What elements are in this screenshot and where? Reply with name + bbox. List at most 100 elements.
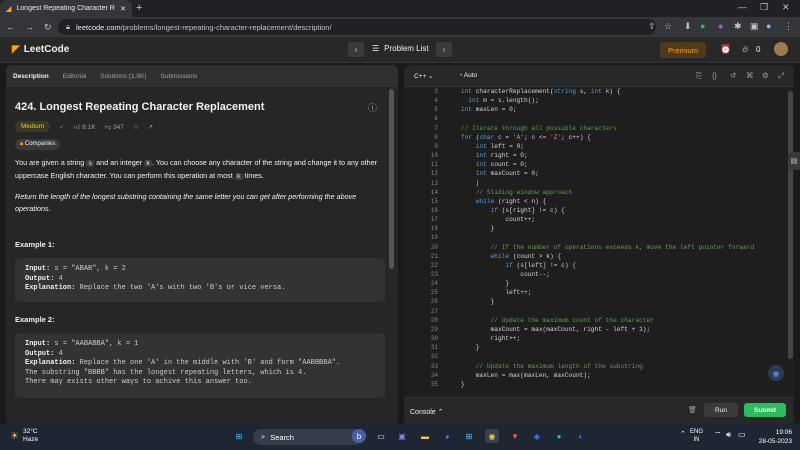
previous-problem-button[interactable]: ‹ <box>348 42 364 57</box>
spotify-icon[interactable]: ● <box>552 429 566 443</box>
volume-icon[interactable]: 🔊︎ <box>726 430 731 440</box>
code-line[interactable]: while (right < n) { <box>446 198 547 205</box>
code-line[interactable]: maxLen = max(maxLen, maxCount); <box>446 372 591 379</box>
streak-fire-icon[interactable]: 🔥︎ <box>742 44 749 55</box>
code-line[interactable]: int maxCount = 0; <box>446 170 539 177</box>
tab-solutions[interactable]: Solutions (1.8K) <box>100 73 146 80</box>
code-line[interactable]: int maxLen = 0; <box>446 106 517 113</box>
user-avatar[interactable] <box>774 42 788 56</box>
code-line[interactable]: // Iterate through all possible characte… <box>446 125 617 132</box>
code-line[interactable]: int m = s.length(); <box>446 97 539 104</box>
discord-icon[interactable]: ◐ <box>574 429 588 443</box>
code-line[interactable]: // If the number of operations exceeds k… <box>446 244 755 251</box>
code-line[interactable]: count++; <box>446 216 535 223</box>
premium-button[interactable]: Premium <box>660 42 706 58</box>
taskbar-clock[interactable]: 19:06 28-05-2023 <box>748 428 792 446</box>
code-line[interactable]: if (s[left] != c) { <box>446 262 576 269</box>
browser-tab[interactable]: ◢ Longest Repeating Character Re ✕ <box>0 0 132 17</box>
bing-icon[interactable]: b <box>352 429 366 443</box>
code-line[interactable]: right++; <box>446 335 521 342</box>
task-view-icon[interactable]: ▭ <box>374 429 388 443</box>
maximize-icon[interactable]: ❐ <box>760 2 768 13</box>
browser-menu-icon[interactable]: ⋮ <box>784 21 793 32</box>
code-line[interactable]: int count = 0; <box>446 161 528 168</box>
editor-scrollbar[interactable] <box>788 91 793 359</box>
language-indicator[interactable]: ENG IN <box>690 428 703 444</box>
code-line[interactable]: count--; <box>446 271 550 278</box>
favorite-star-icon[interactable]: ☆ <box>133 123 139 131</box>
battery-icon[interactable]: ▭ <box>738 430 746 439</box>
code-line[interactable]: int left = 0; <box>446 143 524 150</box>
problem-list-button[interactable]: ☰ Problem List <box>372 44 429 53</box>
dislike-button[interactable]: 👎︎ 347 <box>105 123 124 131</box>
bookmark-star-icon[interactable]: ☆ <box>664 21 672 32</box>
code-line[interactable]: for (char c = 'A'; c <= 'Z'; c++) { <box>446 134 591 141</box>
trash-icon[interactable]: 🗑︎ <box>688 406 697 414</box>
windows-start-icon[interactable]: ⊞ <box>232 429 246 443</box>
code-line[interactable]: } <box>446 298 495 305</box>
code-line[interactable]: left++; <box>446 289 531 296</box>
tab-editorial[interactable]: Editorial <box>63 73 86 80</box>
minimize-icon[interactable]: — <box>738 2 747 12</box>
console-toggle[interactable]: Console ⌃ <box>410 408 444 416</box>
chrome-icon[interactable]: ◉ <box>485 429 499 443</box>
vscode-icon[interactable]: ◆ <box>530 429 544 443</box>
code-line[interactable]: | <box>446 180 480 187</box>
forward-icon[interactable]: → <box>25 22 34 32</box>
braces-icon[interactable]: {} <box>712 71 717 80</box>
code-line[interactable]: int right = 0; <box>446 152 528 159</box>
like-button[interactable]: 👍︎ 8.1K <box>74 123 96 131</box>
share-icon[interactable]: ⇪ <box>648 21 656 32</box>
chevron-up-icon[interactable]: ⌃ <box>680 430 686 438</box>
description-scrollbar[interactable] <box>389 89 394 269</box>
submit-button[interactable]: Submit <box>744 403 786 417</box>
fullscreen-icon[interactable]: ⤢ <box>778 71 784 81</box>
companies-tag[interactable]: 🔒︎ Companies <box>15 139 61 150</box>
code-line[interactable]: } <box>446 280 509 287</box>
tab-description[interactable]: Description <box>13 73 49 80</box>
code-line[interactable]: // Sliding window approach <box>446 189 573 196</box>
taskbar-search[interactable]: ⌕ Search <box>253 429 363 445</box>
new-tab-button[interactable]: + <box>136 2 142 14</box>
address-bar[interactable]: 🔒︎ leetcode.com/problems/longest-repeati… <box>58 19 656 35</box>
leetcode-logo[interactable]: ◤ LeetCode <box>12 44 69 55</box>
code-line[interactable]: int characterReplacement(string s, int k… <box>446 88 621 95</box>
code-line[interactable]: } <box>446 381 465 388</box>
timer-icon[interactable]: ⏰ <box>720 44 731 55</box>
code-line[interactable]: if (s[right] != c) { <box>446 207 565 214</box>
weather-widget[interactable]: ☀ 32°C Haze <box>10 428 38 444</box>
close-tab-icon[interactable]: ✕ <box>120 5 126 13</box>
next-problem-button[interactable]: › <box>436 42 452 57</box>
side-panel-toggle[interactable]: ▤ <box>788 152 800 170</box>
settings-gear-icon[interactable]: ⚙ <box>762 71 769 80</box>
profile-avatar[interactable]: ● <box>766 21 771 31</box>
file-explorer-icon[interactable]: ▬ <box>418 429 432 443</box>
code-line[interactable]: } <box>446 344 480 351</box>
bookmark-icon[interactable]: ⎘ <box>696 71 702 81</box>
code-line[interactable]: } <box>446 225 495 232</box>
info-icon[interactable]: ⓘ <box>368 101 377 114</box>
sidepanel-icon[interactable]: ▣ <box>750 21 759 32</box>
puzzle-extensions-icon[interactable]: ✱ <box>734 21 742 32</box>
edge-icon[interactable]: ◕ <box>440 429 454 443</box>
run-button[interactable]: Run <box>704 403 738 417</box>
back-icon[interactable]: ← <box>6 22 15 32</box>
code-line[interactable]: // Update the maximum count of the chara… <box>446 317 654 324</box>
auto-mode-toggle[interactable]: • Auto <box>460 72 477 79</box>
extension-icon[interactable]: ● <box>718 21 723 31</box>
code-icon[interactable]: ⌘ <box>746 71 754 80</box>
help-chat-button[interactable]: ◉ <box>768 365 784 381</box>
reload-icon[interactable]: ↻ <box>44 22 52 33</box>
store-icon[interactable]: ⊞ <box>462 429 476 443</box>
share-icon[interactable]: ↗ <box>148 123 153 131</box>
close-window-icon[interactable]: ✕ <box>782 2 790 13</box>
brave-icon[interactable]: ▼ <box>508 429 522 443</box>
code-line[interactable]: // Update the maximum length of the subs… <box>446 363 643 370</box>
wifi-icon[interactable]: ⌔ <box>714 430 722 440</box>
language-select[interactable]: C++ ⌄ <box>414 72 434 80</box>
tab-submissions[interactable]: Submissions <box>161 73 198 80</box>
teams-icon[interactable]: ▣ <box>395 429 409 443</box>
code-line[interactable]: maxCount = max(maxCount, right - left + … <box>446 326 651 333</box>
reset-icon[interactable]: ↺ <box>730 71 736 80</box>
extension-icon[interactable]: ⬇ <box>684 21 692 32</box>
